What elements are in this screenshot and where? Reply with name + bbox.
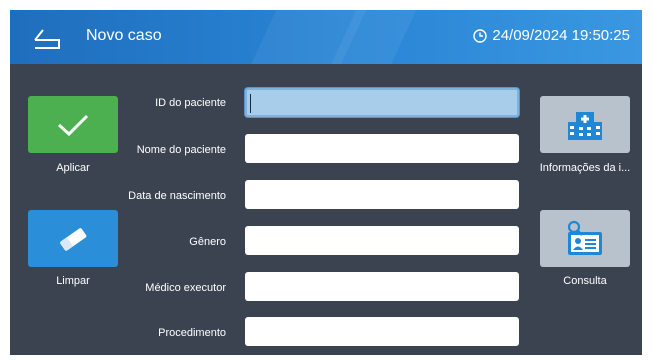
institution-info-label: Informações da i...	[539, 162, 631, 174]
back-button[interactable]	[30, 22, 64, 52]
id-card-search-icon	[567, 220, 602, 255]
checkmark-icon	[57, 114, 89, 136]
procedure-input[interactable]	[245, 317, 519, 346]
gender-label: Gênero	[189, 236, 226, 248]
physician-label: Médico executor	[145, 282, 226, 294]
apply-label: Aplicar	[56, 162, 90, 174]
header-bar: Novo caso 24/09/2024 19:50:25	[10, 10, 642, 64]
patient-name-input[interactable]	[245, 134, 519, 163]
birth-date-label: Data de nascimento	[128, 190, 226, 202]
patient-name-label: Nome do paciente	[136, 144, 226, 156]
procedure-label: Procedimento	[158, 327, 226, 339]
query-button[interactable]	[540, 210, 630, 267]
gender-input[interactable]	[245, 226, 519, 255]
hospital-icon	[568, 111, 602, 140]
app-window: Novo caso 24/09/2024 19:50:25 Aplicar Li…	[10, 10, 642, 355]
patient-id-input[interactable]	[245, 88, 519, 117]
page-title: Novo caso	[86, 27, 162, 44]
clock-icon	[473, 28, 488, 43]
text-caret	[250, 94, 251, 113]
birth-date-input[interactable]	[245, 180, 519, 209]
datetime-display: 24/09/2024 19:50:25	[473, 27, 630, 44]
datetime-text: 24/09/2024 19:50:25	[492, 27, 630, 44]
back-arrow-icon	[34, 29, 60, 49]
institution-info-button[interactable]	[540, 96, 630, 153]
patient-id-label: ID do paciente	[155, 97, 226, 109]
physician-input[interactable]	[245, 272, 519, 301]
query-label: Consulta	[563, 275, 607, 287]
